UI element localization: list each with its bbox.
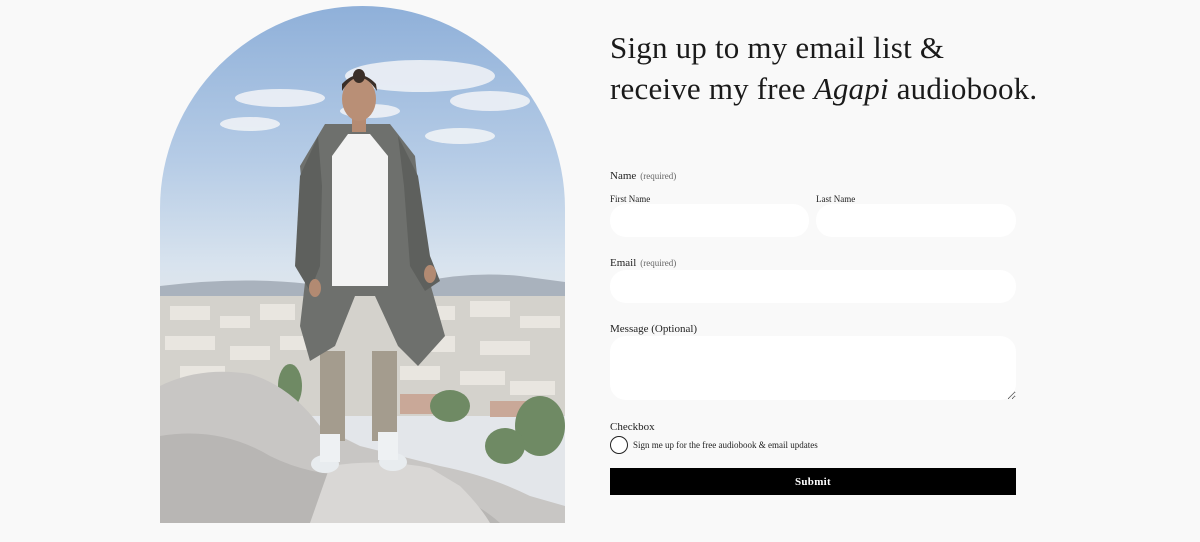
checkbox-section-label: Checkbox <box>610 421 655 433</box>
email-label: Email <box>610 257 637 269</box>
hero-photo-illustration <box>160 60 565 523</box>
name-label: Name <box>610 170 637 182</box>
message-textarea[interactable] <box>610 336 1016 400</box>
last-name-input[interactable] <box>816 204 1016 237</box>
hero-photo <box>160 6 565 523</box>
name-label-row: Name (required) <box>610 166 676 184</box>
heading-line-2-prefix: receive my free <box>610 71 814 106</box>
email-label-row: Email (required) <box>610 253 676 271</box>
name-required-note: (required) <box>640 171 677 181</box>
submit-button[interactable]: Submit <box>610 468 1016 495</box>
heading-line-1: Sign up to my email list & <box>610 30 945 65</box>
heading-line-2-suffix: audiobook. <box>888 71 1038 106</box>
consent-text: Sign me up for the free audiobook & emai… <box>633 440 818 450</box>
signup-heading: Sign up to my email list & receive my fr… <box>610 27 1170 109</box>
email-input[interactable] <box>610 270 1016 303</box>
first-name-input[interactable] <box>610 204 809 237</box>
audiobook-consent-option[interactable]: Sign me up for the free audiobook & emai… <box>610 436 818 454</box>
consent-checkbox[interactable] <box>610 436 628 454</box>
email-required-note: (required) <box>640 258 677 268</box>
message-label: Message (Optional) <box>610 323 698 335</box>
heading-book-title: Agapi <box>813 71 889 106</box>
